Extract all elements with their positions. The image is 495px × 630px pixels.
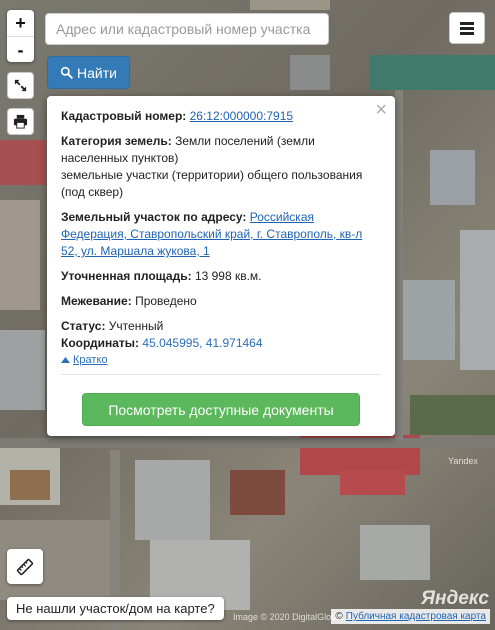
map-building bbox=[0, 200, 40, 310]
status-label: Статус: bbox=[61, 319, 106, 333]
map-building bbox=[0, 330, 45, 410]
map-park bbox=[410, 395, 495, 435]
print-button[interactable] bbox=[7, 108, 34, 135]
map-building bbox=[430, 150, 475, 205]
measure-button[interactable] bbox=[7, 549, 43, 584]
zoom-control: + - bbox=[7, 10, 34, 62]
map-building bbox=[290, 55, 330, 90]
cadastral-number-label: Кадастровый номер: bbox=[61, 109, 187, 123]
map-building bbox=[340, 470, 405, 495]
survey-row: Межевание: Проведено bbox=[61, 293, 381, 310]
fullscreen-button[interactable] bbox=[7, 72, 34, 99]
caret-up-icon bbox=[61, 357, 70, 363]
survey-value: Проведено bbox=[135, 294, 197, 308]
map-building bbox=[360, 525, 430, 580]
collapse-toggle[interactable]: Кратко bbox=[61, 354, 108, 366]
map-road bbox=[0, 438, 495, 448]
zoom-out-button[interactable]: - bbox=[7, 36, 34, 62]
zoom-in-button[interactable]: + bbox=[7, 10, 34, 36]
map-building bbox=[230, 470, 285, 515]
find-button-label: Найти bbox=[77, 64, 117, 81]
land-category-row: Категория земель: Земли поселений (земли… bbox=[61, 133, 381, 201]
status-row: Статус: Учтенный bbox=[61, 318, 381, 335]
map-building bbox=[0, 140, 45, 185]
cadastral-number-row: Кадастровый номер: 26:12:000000:7915 bbox=[61, 108, 381, 125]
map-building bbox=[10, 470, 50, 500]
find-button[interactable]: Найти bbox=[47, 56, 130, 89]
popup-divider bbox=[61, 374, 381, 375]
cadastral-map-link[interactable]: Публичная кадастровая карта bbox=[346, 611, 486, 622]
map-building bbox=[250, 0, 330, 10]
close-icon[interactable]: × bbox=[375, 99, 387, 121]
view-documents-button[interactable]: Посмотреть доступные документы bbox=[82, 393, 360, 426]
parcel-info-popup: × Кадастровый номер: 26:12:000000:7915 К… bbox=[47, 96, 395, 436]
collapse-label: Кратко bbox=[73, 353, 108, 366]
area-row: Уточненная площадь: 13 998 кв.м. bbox=[61, 268, 381, 285]
attribution: © Публичная кадастровая карта bbox=[331, 609, 490, 624]
cadastral-number-link[interactable]: 26:12:000000:7915 bbox=[190, 109, 293, 123]
menu-button[interactable] bbox=[449, 12, 485, 44]
status-value: Учтенный bbox=[108, 319, 164, 333]
address-label: Земельный участок по адресу: bbox=[61, 210, 247, 224]
survey-label: Межевание: bbox=[61, 294, 132, 308]
coordinates-label: Координаты: bbox=[61, 336, 140, 350]
ruler-icon bbox=[16, 558, 34, 575]
expand-icon bbox=[14, 79, 27, 92]
copyright-symbol: © bbox=[335, 611, 343, 622]
hamburger-icon bbox=[460, 21, 474, 35]
not-found-button[interactable]: Не нашли участок/дом на карте? bbox=[7, 597, 224, 620]
coordinates-row: Координаты: 45.045995, 41.971464 bbox=[61, 335, 381, 352]
land-use-value: земельные участки (территории) общего по… bbox=[61, 168, 363, 199]
area-label: Уточненная площадь: bbox=[61, 269, 192, 283]
search-icon bbox=[60, 66, 73, 79]
coordinates-value: 45.045995, 41.971464 bbox=[142, 336, 263, 350]
area-value: 13 998 кв.м. bbox=[194, 269, 262, 283]
land-category-label: Категория земель: bbox=[61, 134, 172, 148]
map-building bbox=[460, 230, 495, 370]
yandex-small-label: Yandex bbox=[448, 456, 478, 466]
map-building bbox=[135, 460, 210, 540]
map-building bbox=[370, 55, 495, 90]
map-building bbox=[400, 280, 455, 360]
search-input[interactable] bbox=[45, 13, 329, 45]
yandex-logo: Яндекс bbox=[421, 588, 489, 609]
map-road bbox=[395, 90, 403, 440]
address-row: Земельный участок по адресу: Российская … bbox=[61, 209, 381, 260]
printer-icon bbox=[13, 114, 28, 129]
